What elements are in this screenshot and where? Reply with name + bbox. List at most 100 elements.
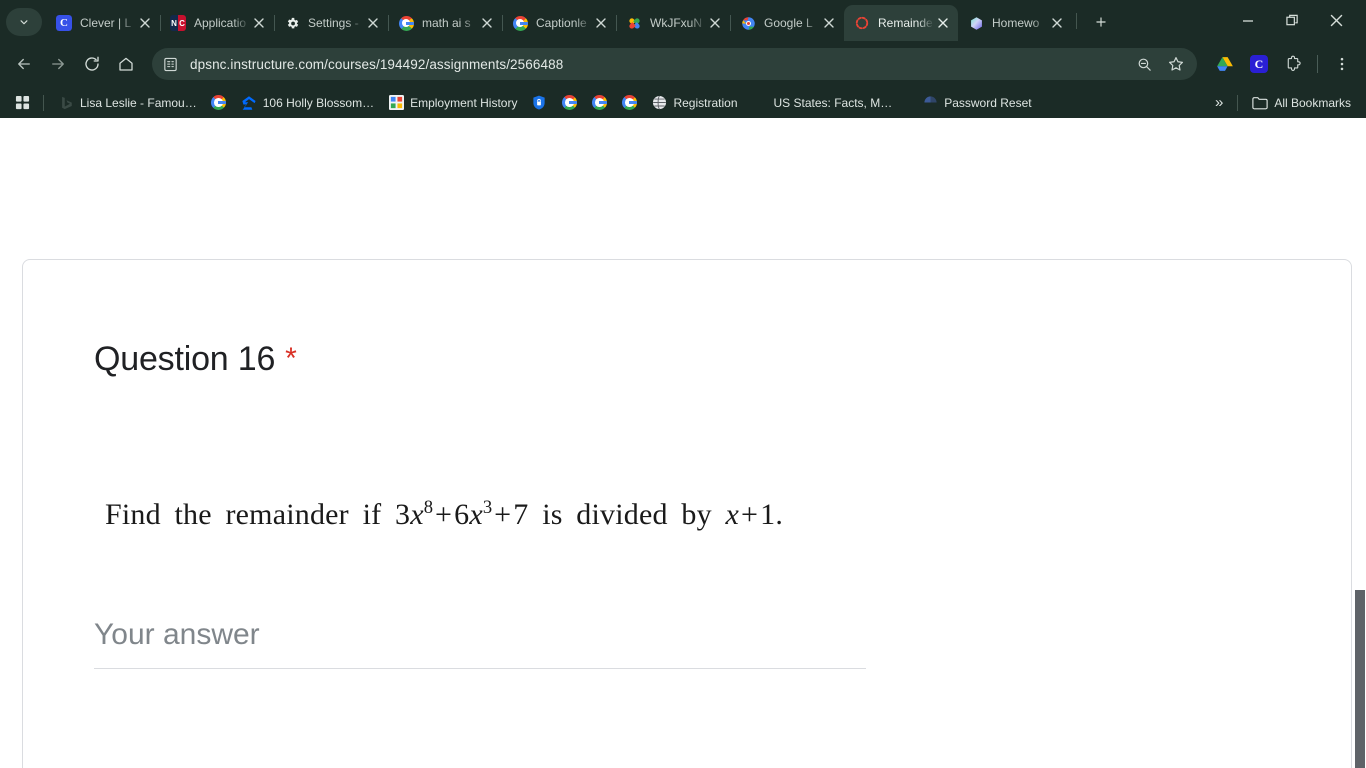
tab-title: Clever | L xyxy=(80,16,132,30)
browser-tab-homework[interactable]: Homewo xyxy=(958,5,1072,41)
question-mid-text: is divided by xyxy=(542,498,712,531)
question-body: Find the remainder if 3x8+6x3+7 is divid… xyxy=(105,497,783,532)
bookmark-label: Employment History xyxy=(410,95,518,110)
close-tab-icon[interactable] xyxy=(364,14,382,32)
google-icon xyxy=(211,95,227,111)
browser-window: C Clever | L NC Applicatio Settings - ma… xyxy=(0,0,1366,768)
maximize-button[interactable] xyxy=(1270,5,1314,37)
bookmark-registration[interactable]: Registration xyxy=(644,91,744,115)
bookmarks-bar: Lisa Leslie - Famou… 106 Holly Blossom… xyxy=(0,87,1366,118)
page-title: Question 16 * xyxy=(94,340,297,379)
all-bookmarks-button[interactable]: All Bookmarks xyxy=(1245,91,1358,115)
omnibox-actions xyxy=(1129,49,1191,79)
page-viewport: Question 16 * Find the remainder if 3x8+6… xyxy=(0,118,1366,768)
partial-icon xyxy=(922,95,938,111)
tab-strip: C Clever | L NC Applicatio Settings - ma… xyxy=(0,0,1366,41)
close-icon xyxy=(1330,14,1342,27)
bookmark-lisa-leslie[interactable]: Lisa Leslie - Famou… xyxy=(51,91,204,115)
new-tab-button[interactable] xyxy=(1087,8,1115,36)
bookmark-holly-blossom[interactable]: 106 Holly Blossom… xyxy=(234,91,381,115)
question-title-text: Question 16 xyxy=(94,340,276,378)
apps-shortcut[interactable] xyxy=(8,91,36,115)
minimize-button[interactable] xyxy=(1226,5,1270,37)
globe-icon xyxy=(651,95,667,111)
folder-icon xyxy=(1252,95,1269,111)
bookmark-label: Password Reset xyxy=(944,95,1032,110)
bookmark-google-4[interactable] xyxy=(614,91,644,115)
back-button[interactable] xyxy=(8,48,40,80)
tab-title: WkJFxuN xyxy=(650,16,702,30)
plus-operator-3: + xyxy=(741,498,759,531)
extensions-button[interactable] xyxy=(1277,48,1309,80)
term-2: 6x3 xyxy=(454,497,493,531)
constant-term: 7 xyxy=(513,498,529,531)
forward-button[interactable] xyxy=(42,48,74,80)
tab-search-button[interactable] xyxy=(6,8,42,36)
extensions-puzzle-icon xyxy=(1287,55,1301,71)
bookmark-google-2[interactable] xyxy=(554,91,584,115)
close-tab-icon[interactable] xyxy=(820,14,838,32)
home-icon xyxy=(119,57,133,71)
close-tab-icon[interactable] xyxy=(934,14,952,32)
google-drive-extension[interactable] xyxy=(1209,48,1241,80)
google-drive-icon xyxy=(1217,57,1233,71)
clever-extension[interactable]: C xyxy=(1243,48,1275,80)
bookmark-button[interactable] xyxy=(1161,49,1191,79)
close-tab-icon[interactable] xyxy=(136,14,154,32)
close-tab-icon[interactable] xyxy=(250,14,268,32)
close-tab-icon[interactable] xyxy=(592,14,610,32)
page-info-icon[interactable] xyxy=(158,52,182,76)
browser-tab-google-lens[interactable]: Google L xyxy=(730,5,844,41)
extension-icons: C xyxy=(1209,48,1358,80)
bookmark-google-3[interactable] xyxy=(584,91,614,115)
apps-grid-icon xyxy=(14,95,30,111)
home-button[interactable] xyxy=(110,48,142,80)
forward-arrow-icon xyxy=(52,58,64,70)
browser-tab-clever[interactable]: C Clever | L xyxy=(46,5,160,41)
url-text[interactable]: dpsnc.instructure.com/courses/194492/ass… xyxy=(190,57,1129,72)
address-bar[interactable]: dpsnc.instructure.com/courses/194492/ass… xyxy=(152,48,1197,80)
bookmark-label: 106 Holly Blossom… xyxy=(262,95,375,110)
browser-tab-settings[interactable]: Settings - xyxy=(274,5,388,41)
bookmarks-overflow-button[interactable]: » xyxy=(1208,90,1230,115)
close-tab-icon[interactable] xyxy=(478,14,496,32)
close-tab-icon[interactable] xyxy=(1048,14,1066,32)
tab-title: Remainde xyxy=(878,16,933,30)
zoom-out-icon xyxy=(1138,58,1151,71)
answer-input[interactable] xyxy=(94,615,866,669)
question-lead-text: Find the remainder if xyxy=(105,498,382,531)
browser-tab-math-ai[interactable]: math ai s xyxy=(388,5,502,41)
period: . xyxy=(775,498,784,531)
reload-button[interactable] xyxy=(76,48,108,80)
google-icon xyxy=(512,15,528,31)
tab-title: Settings - xyxy=(308,16,359,30)
bookmark-shield[interactable] xyxy=(524,91,554,115)
page-scrollbar[interactable] xyxy=(1352,118,1366,768)
google-photos-icon xyxy=(626,15,642,31)
close-tab-icon[interactable] xyxy=(706,14,724,32)
browser-tab-application[interactable]: NC Applicatio xyxy=(160,5,274,41)
gem-icon xyxy=(968,15,984,31)
zoom-button[interactable] xyxy=(1129,49,1159,79)
zillow-icon xyxy=(241,95,257,111)
bookmark-us-states[interactable]: US States: Facts, M… xyxy=(767,92,900,114)
browser-tab-captionle[interactable]: Captionle xyxy=(502,5,616,41)
browser-tab-wkjfxun[interactable]: WkJFxuN xyxy=(616,5,730,41)
browser-menu-button[interactable] xyxy=(1326,48,1358,80)
bookmark-employment-history[interactable]: Employment History xyxy=(381,91,524,115)
bookmark-google-1[interactable] xyxy=(204,91,234,115)
scrollbar-thumb[interactable] xyxy=(1355,590,1365,768)
browser-tab-remainder[interactable]: Remainde xyxy=(844,5,958,41)
bookmark-password-reset[interactable]: Password Reset xyxy=(915,91,1038,115)
divisor-var: x xyxy=(725,498,740,531)
close-window-button[interactable] xyxy=(1314,5,1358,37)
form-icon xyxy=(388,95,404,111)
tab-title: math ai s xyxy=(422,16,471,30)
plus-operator-1: + xyxy=(435,498,453,531)
overflow-chevron-icon: » xyxy=(1214,94,1224,111)
browser-toolbar: dpsnc.instructure.com/courses/194492/ass… xyxy=(0,41,1366,87)
bookmarks-divider xyxy=(43,94,44,111)
nc-icon: NC xyxy=(170,15,186,31)
minimize-icon xyxy=(1243,19,1253,22)
star-icon xyxy=(1168,57,1184,71)
